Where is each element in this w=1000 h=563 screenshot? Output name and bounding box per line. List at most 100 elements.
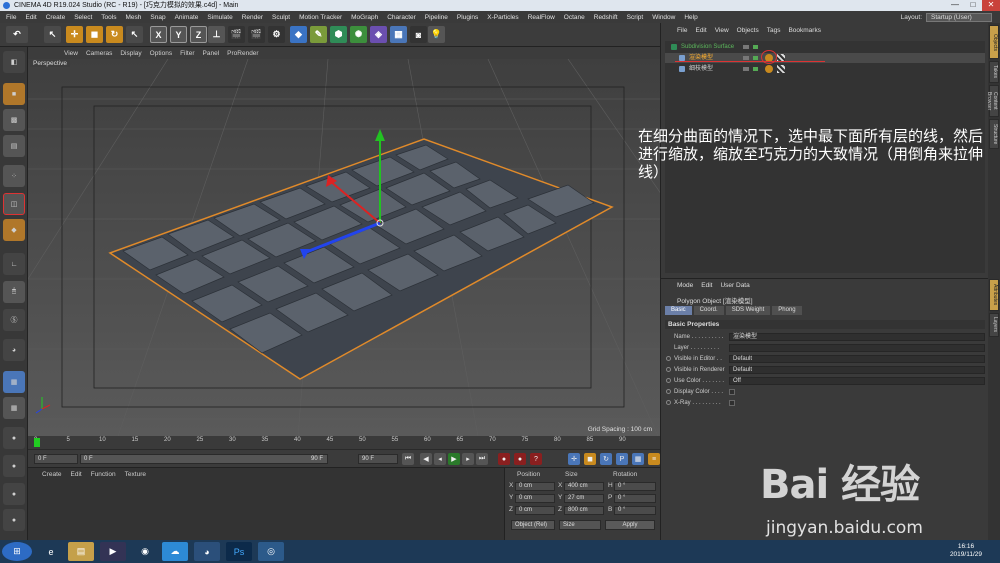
menu-help[interactable]: Help — [684, 14, 697, 21]
object-menu-bookmarks[interactable]: Bookmarks — [788, 27, 821, 34]
coordinate-system-icon[interactable]: ⊥ — [208, 26, 225, 43]
light-icon[interactable]: 💡 — [428, 26, 445, 43]
enable-axis-icon[interactable]: ∟ — [3, 253, 25, 275]
menu-pipeline[interactable]: Pipeline — [425, 14, 448, 21]
viewport-menu-panel[interactable]: Panel — [203, 50, 220, 57]
menu-octane[interactable]: Octane — [564, 14, 585, 21]
menu-animate[interactable]: Animate — [175, 14, 199, 21]
enable-check-icon[interactable] — [753, 67, 758, 71]
browser-icon[interactable]: ◉ — [132, 542, 158, 561]
menu-plugins[interactable]: Plugins — [457, 14, 478, 21]
right-tab-content-browser[interactable]: Content Browser — [986, 85, 999, 117]
animation-dot-icon[interactable] — [666, 400, 671, 405]
right-tab-layers[interactable]: Layers — [989, 313, 999, 337]
object-menu-edit[interactable]: Edit — [695, 27, 706, 34]
visibility-dots-icon[interactable] — [743, 56, 749, 60]
right-tab-takes[interactable]: Takes — [989, 61, 999, 83]
previous-key-icon[interactable]: ◀ — [420, 453, 432, 465]
object-menu-view[interactable]: View — [715, 27, 729, 34]
start-frame-field[interactable]: 0 F — [34, 454, 78, 464]
edit-render-settings-icon[interactable]: ⚙ — [268, 26, 285, 43]
z-axis-button[interactable]: Z — [190, 26, 207, 43]
y-axis-button[interactable]: Y — [170, 26, 187, 43]
material-tag-icon[interactable] — [765, 65, 773, 73]
menu-mesh[interactable]: Mesh — [125, 14, 141, 21]
position-field[interactable]: 0 cm — [515, 506, 555, 515]
model-mode-icon[interactable]: ■ — [3, 83, 25, 105]
display-sphere-icon-1[interactable]: ● — [3, 427, 25, 449]
subdivision-surface-icon[interactable]: ⬢ — [330, 26, 347, 43]
attribute-tab-coord-[interactable]: Coord. — [693, 306, 724, 315]
end-frame-field[interactable]: 90 F — [358, 454, 398, 464]
menu-edit[interactable]: Edit — [25, 14, 36, 21]
go-to-end-icon[interactable]: ⏭ — [476, 453, 488, 465]
polygons-mode-icon[interactable]: ◆ — [3, 219, 25, 241]
basic-properties-section[interactable]: Basic Properties — [665, 320, 985, 329]
qq-browser-icon[interactable]: ◎ — [258, 542, 284, 561]
close-button[interactable]: ✕ — [982, 0, 1000, 11]
object-row[interactable]: Subdivision Surface — [665, 42, 985, 52]
viewport[interactable]: Perspective Grid Spacing : 100 cm — [28, 59, 660, 436]
rotate-icon[interactable]: ↻ — [106, 26, 123, 43]
viewport-menu-prorender[interactable]: ProRender — [227, 50, 258, 57]
animation-dot-icon[interactable] — [666, 356, 671, 361]
menu-x-particles[interactable]: X-Particles — [487, 14, 518, 21]
play-icon[interactable]: ▶ — [448, 453, 460, 465]
recent-tool-icon[interactable]: ↖ — [126, 26, 143, 43]
coordinate-mode-dropdown[interactable]: Object (Rel) — [511, 520, 555, 530]
attribute-value-field[interactable] — [729, 344, 985, 352]
live-selection-icon[interactable]: ↖ — [44, 26, 61, 43]
menu-window[interactable]: Window — [652, 14, 675, 21]
size-mode-dropdown[interactable]: Size — [559, 520, 601, 530]
texture-mode-icon[interactable]: ▩ — [3, 109, 25, 131]
material-menu-create[interactable]: Create — [42, 471, 62, 478]
layout-selector[interactable]: Layout: Startup (User) — [901, 12, 992, 22]
attribute-value-field[interactable]: Default — [729, 366, 985, 374]
menu-redshift[interactable]: Redshift — [594, 14, 618, 21]
menu-tools[interactable]: Tools — [101, 14, 116, 21]
enable-check-icon[interactable] — [753, 56, 758, 60]
maximize-button[interactable]: □ — [964, 0, 982, 11]
size-field[interactable]: 800 cm — [564, 506, 604, 515]
menu-simulate[interactable]: Simulate — [207, 14, 232, 21]
material-menu-function[interactable]: Function — [91, 471, 116, 478]
position-field[interactable]: 0 cm — [515, 482, 555, 491]
size-field[interactable]: 27 cm — [564, 494, 604, 503]
record-rotation-icon[interactable]: ↻ — [600, 453, 612, 465]
layout-dropdown[interactable]: Startup (User) — [926, 12, 992, 22]
xray-checkbox[interactable] — [729, 400, 735, 406]
record-scale-icon[interactable]: ◼ — [584, 453, 596, 465]
cinema4d-taskbar-icon[interactable]: ◕ — [194, 542, 220, 561]
start-button-icon[interactable]: ⊞ — [2, 542, 32, 561]
next-frame-icon[interactable]: ▸ — [462, 453, 474, 465]
workplane-icon[interactable]: ▤ — [3, 135, 25, 157]
system-clock[interactable]: 16:16 2019/11/29 — [950, 543, 982, 559]
size-field[interactable]: 400 cm — [564, 482, 604, 491]
viewport-menu-filter[interactable]: Filter — [180, 50, 194, 57]
move-icon[interactable]: ✛ — [66, 26, 83, 43]
scale-icon[interactable]: ◼ — [86, 26, 103, 43]
record-pla-icon[interactable]: ▦ — [632, 453, 644, 465]
rotation-field[interactable]: 0 ° — [614, 482, 656, 491]
keyframe-selection-icon[interactable]: ? — [530, 453, 542, 465]
pen-spline-icon[interactable]: ✎ — [310, 26, 327, 43]
record-icon[interactable]: ● — [498, 453, 510, 465]
visibility-dots-icon[interactable] — [743, 45, 749, 49]
points-mode-icon[interactable]: ⁘ — [3, 165, 25, 187]
menu-file[interactable]: File — [6, 14, 16, 21]
cloud-app-icon[interactable]: ☁ — [162, 542, 188, 561]
right-tab-attributes[interactable]: Attributes — [989, 279, 999, 311]
timeline-menu-icon[interactable]: ≡ — [648, 453, 660, 465]
object-menu-file[interactable]: File — [677, 27, 687, 34]
viewport-menu-view[interactable]: View — [64, 50, 78, 57]
menu-character[interactable]: Character — [387, 14, 416, 21]
attribute-tab-basic[interactable]: Basic — [665, 306, 692, 315]
attribute-value-field[interactable]: Default — [729, 355, 985, 363]
animation-dot-icon[interactable] — [666, 389, 671, 394]
make-editable-icon[interactable]: ◧ — [3, 51, 25, 73]
sculpt-icon[interactable]: ◕ — [3, 339, 25, 361]
scene-floor-icon[interactable]: ▦ — [390, 26, 407, 43]
undo-icon[interactable]: ↶ — [6, 26, 28, 43]
planar-workplane-icon[interactable]: ▦ — [3, 397, 25, 419]
cube-primitive-icon[interactable]: ◆ — [290, 26, 307, 43]
